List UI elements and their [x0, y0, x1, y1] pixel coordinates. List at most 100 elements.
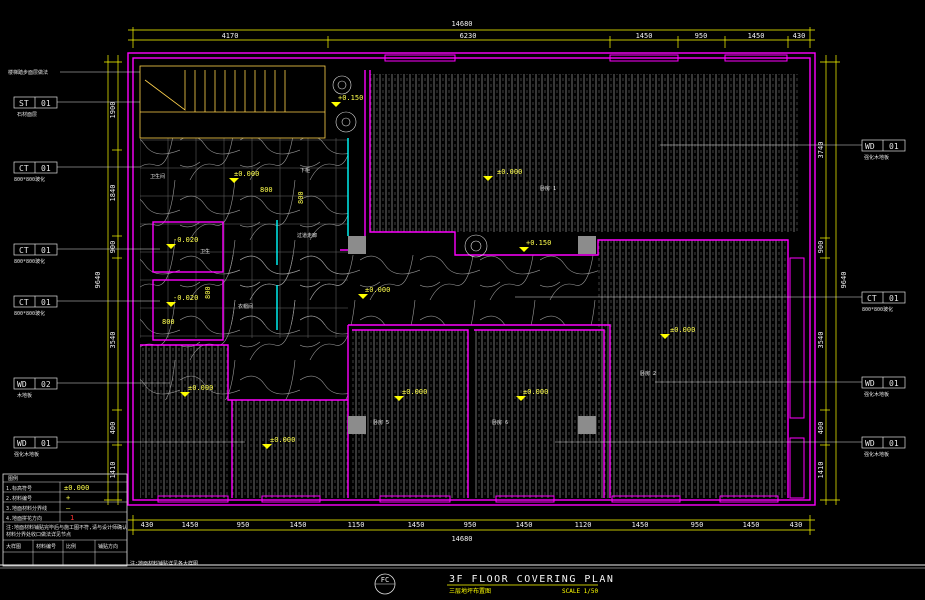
column — [348, 416, 366, 434]
dim-top-seg: 950 — [695, 32, 708, 40]
level-mark: ±0.000 — [234, 170, 259, 178]
room-label: 下柜 — [300, 167, 310, 174]
dim-bottom-seg: 1450 — [290, 521, 307, 529]
svg-text:强化木地板: 强化木地板 — [864, 154, 889, 161]
room-label: 过道走廊 — [297, 232, 317, 239]
bedroom-6-wood-floor — [474, 330, 604, 498]
svg-text:材料分界处收口做法详见节点: 材料分界处收口做法详见节点 — [6, 531, 71, 538]
level-mark: ±0.000 — [270, 436, 295, 444]
dim-bottom-seg: 430 — [141, 521, 154, 529]
floor-plan-drawing: 14680 4170 6230 1450 950 1450 430 430 14… — [0, 20, 925, 595]
dim-right-seg: 3740 — [817, 142, 825, 159]
svg-text:CT: CT — [867, 294, 877, 303]
column — [348, 236, 366, 254]
dim-top-seg: 1450 — [748, 32, 765, 40]
svg-text:1: 1 — [70, 514, 74, 522]
small-dim: 800 — [297, 191, 305, 204]
dim-bottom-seg: 950 — [691, 521, 704, 529]
svg-text:02: 02 — [41, 380, 51, 389]
svg-text:注:地面材料铺贴完毕后与施工图不符,请与设计师确认: 注:地面材料铺贴完毕后与施工图不符,请与设计师确认 — [6, 524, 127, 531]
staircase — [139, 65, 326, 139]
svg-text:WD: WD — [17, 439, 27, 448]
level-mark: +0.150 — [526, 239, 551, 247]
bottom-note: 注:地面材料铺贴详见各大样图 — [130, 560, 198, 567]
room-label: 卫生间 — [150, 173, 165, 180]
dim-bottom-seg: 950 — [464, 521, 477, 529]
svg-text:ST: ST — [19, 99, 29, 108]
left-dimension-chain — [104, 55, 122, 505]
column — [578, 416, 596, 434]
dim-top-total: 14680 — [451, 20, 472, 28]
room-label: 衣帽间 — [238, 303, 253, 310]
tag-ct01: CT 01 800*800玻化 — [13, 243, 160, 265]
svg-text:WD: WD — [865, 439, 875, 448]
svg-text:CT: CT — [19, 298, 29, 307]
room-label: 卧房 2 — [640, 370, 656, 377]
level-mark: ±0.000 — [365, 286, 390, 294]
level-mark: ±0.000 — [670, 326, 695, 334]
room-wd01-floor — [232, 400, 348, 498]
dim-left-seg: 400 — [109, 422, 117, 435]
svg-text:WD: WD — [865, 142, 875, 151]
column — [578, 236, 596, 254]
svg-text:01: 01 — [889, 379, 899, 388]
svg-text:4.地面拼花方向: 4.地面拼花方向 — [6, 515, 42, 522]
svg-text:木地板: 木地板 — [17, 392, 32, 399]
svg-text:800*800玻化: 800*800玻化 — [862, 306, 893, 313]
level-mark: +0.150 — [338, 94, 363, 102]
dim-top-seg: 6230 — [460, 32, 477, 40]
svg-text:01: 01 — [41, 164, 51, 173]
level-mark: ±0.000 — [402, 388, 427, 396]
dim-bottom-seg: 1450 — [408, 521, 425, 529]
dim-bottom-seg: 1450 — [182, 521, 199, 529]
title-subtitle: 三层地坪布置图 — [449, 587, 491, 595]
dim-left-seg: 1840 — [109, 185, 117, 202]
tag-ct01: CT 01 800*800玻化 — [13, 161, 140, 183]
dim-right-total: 9640 — [840, 272, 848, 289]
dim-top-seg: 4170 — [222, 32, 239, 40]
right-dimension-chain — [820, 55, 840, 505]
level-mark: -0.020 — [173, 236, 198, 244]
level-mark: ±0.000 — [497, 168, 522, 176]
dim-bottom-seg: 1150 — [348, 521, 365, 529]
level-mark: ±0.000 — [523, 388, 548, 396]
dim-left-total: 9640 — [94, 272, 102, 289]
svg-text:01: 01 — [41, 246, 51, 255]
svg-text:800*800玻化: 800*800玻化 — [14, 176, 45, 183]
small-dim: 800 — [162, 318, 175, 326]
dim-bottom-seg: 1450 — [632, 521, 649, 529]
level-mark: -0.020 — [173, 294, 198, 302]
dim-bottom-seg: 1450 — [516, 521, 533, 529]
title-block: FC 3F FLOOR COVERING PLAN 三层地坪布置图 SCALE … — [374, 573, 614, 595]
svg-text:800*800玻化: 800*800玻化 — [14, 258, 45, 265]
svg-text:大样图: 大样图 — [6, 543, 21, 550]
dim-top-seg: 1450 — [636, 32, 653, 40]
svg-text:01: 01 — [41, 439, 51, 448]
room-label: 卧房 6 — [492, 419, 508, 426]
bedroom-5-wood-floor — [352, 330, 468, 498]
dim-left-seg: 1410 — [109, 462, 117, 479]
bedroom-1-wood-floor — [370, 74, 798, 232]
svg-text:±0.000: ±0.000 — [64, 484, 89, 492]
svg-text:2.材料编号: 2.材料编号 — [6, 495, 32, 502]
level-mark: ±0.000 — [188, 384, 213, 392]
dim-right-seg: 3540 — [817, 332, 825, 349]
small-dim: 800 — [204, 286, 212, 299]
svg-text:01: 01 — [41, 99, 51, 108]
dim-bottom-seg: 430 — [790, 521, 803, 529]
svg-text:3.地面材料分界线: 3.地面材料分界线 — [6, 505, 47, 512]
svg-text:WD: WD — [865, 379, 875, 388]
dim-bottom-total: 14680 — [451, 535, 472, 543]
svg-text:+: + — [66, 494, 70, 502]
svg-text:材料编号: 材料编号 — [36, 543, 56, 550]
svg-text:CT: CT — [19, 164, 29, 173]
svg-text:01: 01 — [889, 439, 899, 448]
dim-bottom-seg: 950 — [237, 521, 250, 529]
dim-left-seg: 900 — [109, 241, 117, 254]
svg-text:强化木地板: 强化木地板 — [864, 451, 889, 458]
bedroom-2-wood-floor — [598, 240, 788, 498]
legend-header: 图例 — [8, 475, 18, 482]
svg-text:01: 01 — [889, 142, 899, 151]
dim-left-seg: 1900 — [109, 102, 117, 119]
page-title: 3F FLOOR COVERING PLAN — [449, 574, 614, 585]
